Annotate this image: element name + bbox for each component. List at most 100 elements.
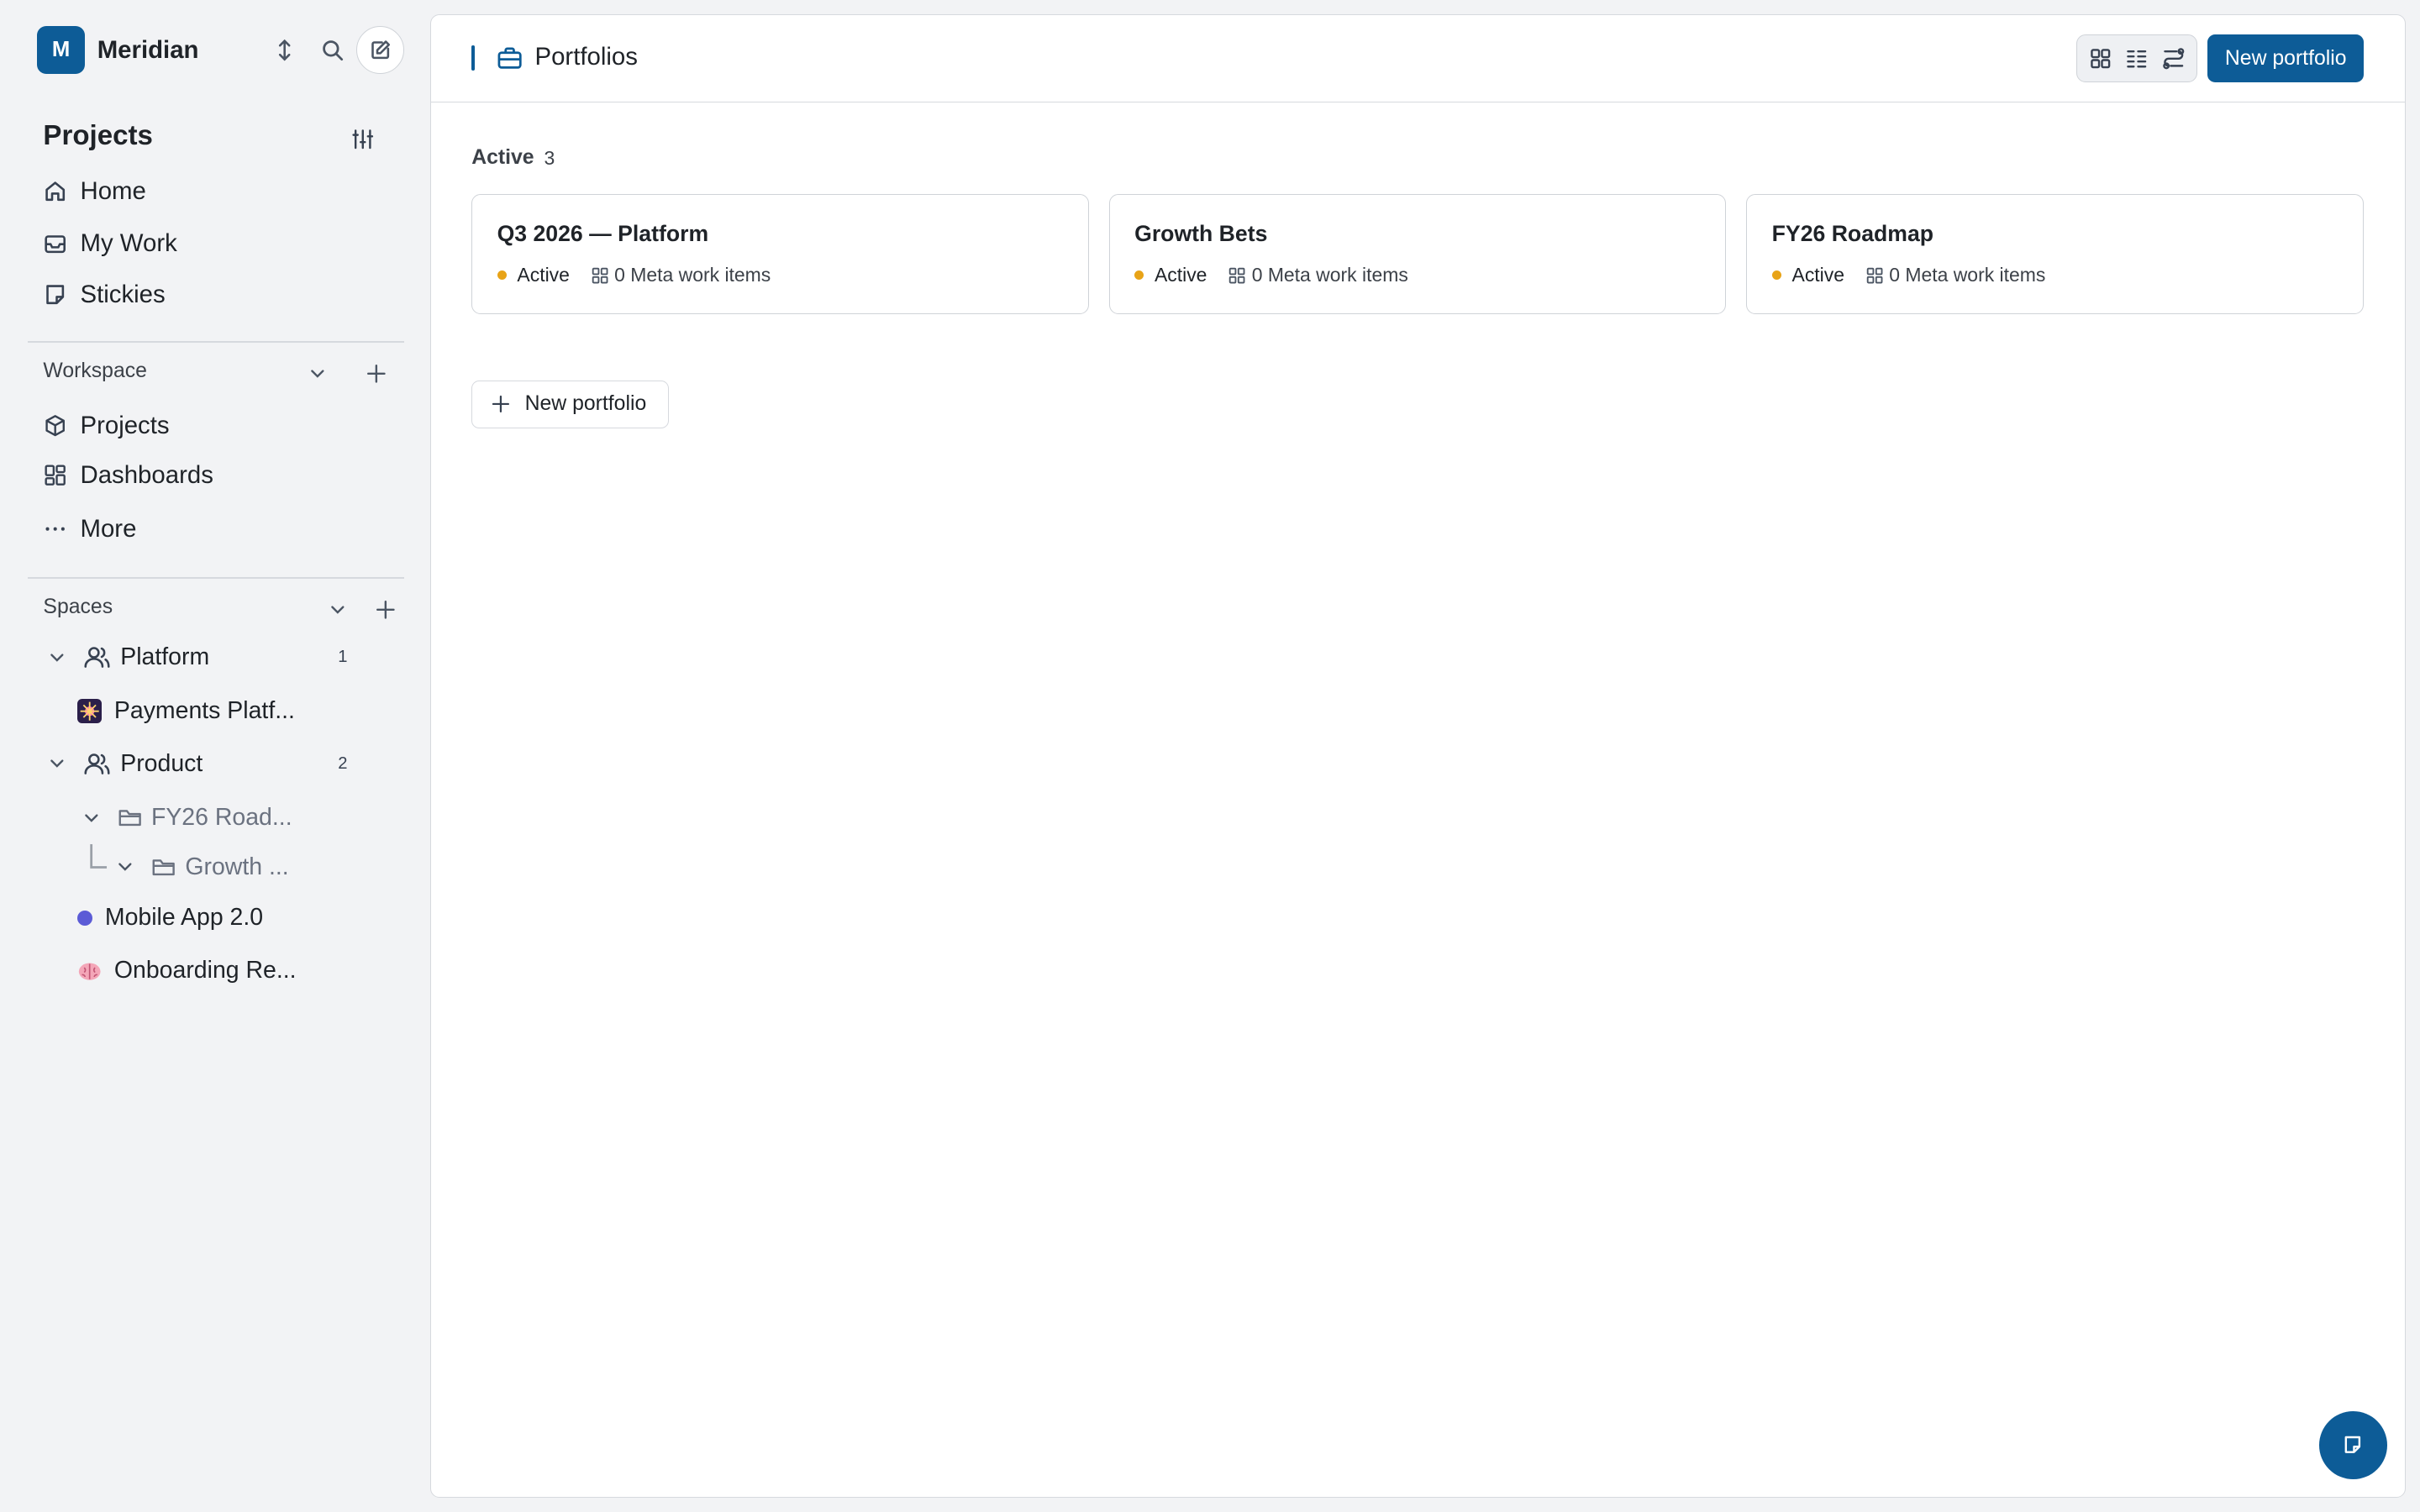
dashboard-icon	[45, 465, 66, 486]
status-dot	[1134, 270, 1144, 281]
folder-icon	[152, 858, 175, 875]
work-items-count: 0 Meta work items	[1889, 264, 2046, 286]
nav-more-label: More	[80, 514, 137, 543]
nav-dashboards-label: Dashboards	[80, 460, 213, 489]
nav-stickies-label: Stickies	[80, 280, 166, 308]
chevron-down-icon[interactable]	[81, 807, 103, 829]
group-count: 3	[544, 147, 555, 170]
portfolio-card-title[interactable]: FY26 Roadmap	[1772, 221, 1933, 247]
status-label: Active	[1791, 264, 1844, 286]
project-color-dot	[76, 910, 93, 926]
sidebar-divider	[28, 340, 405, 343]
sticky-note-icon	[46, 285, 65, 305]
project-mobile-app-label: Mobile App 2.0	[104, 904, 264, 932]
add-portfolio-button[interactable]: New portfolio	[471, 380, 670, 428]
briefcase-icon	[497, 47, 522, 69]
nav-projects-label: Projects	[80, 411, 170, 439]
sparkle-emoji-icon	[76, 699, 103, 724]
portfolio-card-meta: Active 0 Meta work items	[497, 264, 771, 286]
grid-view-icon[interactable]	[2083, 42, 2117, 76]
add-portfolio-label: New portfolio	[524, 392, 647, 416]
space-product-count: 2	[338, 753, 348, 773]
portfolio-card-meta: Active 0 Meta work items	[1134, 264, 1408, 286]
workspace-name[interactable]: Meridian	[97, 36, 199, 65]
users-icon	[84, 647, 110, 668]
nav-my-work-label: My Work	[80, 229, 177, 258]
main-panel: Portfolios New portfolio Active 3 Q3 202…	[430, 13, 2407, 1499]
add-workspace-item-plus-icon[interactable]	[364, 361, 388, 386]
new-portfolio-button[interactable]: New portfolio	[2207, 34, 2364, 83]
timeline-view-icon[interactable]	[2156, 42, 2190, 76]
chevron-down-icon[interactable]	[114, 856, 136, 878]
space-platform[interactable]: Platform 1	[46, 638, 355, 675]
nav-more[interactable]: More	[43, 509, 136, 549]
page-title: Portfolios	[534, 42, 638, 71]
space-product[interactable]: Product 2	[46, 745, 355, 782]
folder-fy26-roadmap-label: FY26 Road...	[150, 803, 292, 831]
portfolio-card-title[interactable]: Q3 2026 — Platform	[497, 221, 709, 247]
chevron-down-icon[interactable]	[46, 753, 68, 774]
work-items-icon	[1866, 267, 1883, 284]
workspace-header[interactable]: M Meridian	[37, 26, 405, 75]
sidebar-divider	[28, 576, 405, 579]
view-switcher	[2076, 34, 2197, 83]
work-items-icon	[592, 267, 608, 284]
folder-growth-label: Growth ...	[185, 853, 289, 880]
nav-my-work[interactable]: My Work	[43, 223, 177, 264]
space-platform-label: Platform	[120, 643, 210, 670]
workspace-actions	[260, 26, 405, 75]
sticky-note-icon	[2344, 1436, 2361, 1454]
status-dot	[1771, 270, 1781, 281]
folder-icon	[118, 809, 141, 826]
portfolio-card[interactable]: Growth Bets Active 0 Meta work items	[1108, 193, 1727, 314]
tree-connector	[89, 843, 107, 869]
group-label: Active	[471, 145, 534, 169]
home-icon	[45, 181, 66, 202]
workspace-avatar: M	[37, 26, 86, 75]
spaces-section-title[interactable]: Spaces	[43, 596, 113, 619]
ellipsis-icon	[45, 527, 66, 532]
nav-home[interactable]: Home	[43, 171, 146, 212]
space-product-label: Product	[120, 749, 203, 777]
add-space-plus-icon[interactable]	[373, 597, 397, 622]
status-label: Active	[1154, 264, 1207, 286]
nav-home-label: Home	[80, 176, 146, 205]
nav-dashboards[interactable]: Dashboards	[43, 455, 213, 496]
sliders-icon[interactable]	[345, 122, 379, 155]
inbox-icon	[45, 234, 66, 253]
title-accent-bar	[471, 45, 475, 71]
portfolio-card[interactable]: FY26 Roadmap Active 0 Meta work items	[1746, 193, 2364, 314]
chevron-down-icon[interactable]	[326, 597, 350, 622]
box-icon	[45, 415, 66, 437]
project-payments-platform[interactable]: Payments Platf...	[76, 693, 295, 730]
list-view-icon[interactable]	[2120, 42, 2154, 76]
status-dot	[497, 270, 507, 281]
project-mobile-app[interactable]: Mobile App 2.0	[76, 900, 264, 937]
sidebar: M Meridian Projects Home My Work Stickie…	[0, 0, 430, 1512]
project-onboarding-label: Onboarding Re...	[113, 956, 297, 984]
portfolio-card-title[interactable]: Growth Bets	[1134, 221, 1267, 247]
chevron-down-icon[interactable]	[46, 647, 68, 669]
project-onboarding[interactable]: Onboarding Re...	[77, 952, 297, 989]
nav-projects[interactable]: Projects	[43, 406, 170, 446]
status-label: Active	[517, 264, 570, 286]
compose-icon[interactable]	[356, 26, 405, 75]
project-payments-platform-label: Payments Platf...	[113, 697, 295, 725]
folder-growth[interactable]: Growth ...	[114, 848, 289, 885]
portfolio-card[interactable]: Q3 2026 — Platform Active 0 Meta work it…	[471, 193, 1089, 314]
sort-arrows-icon[interactable]	[260, 26, 308, 74]
portfolio-card-meta: Active 0 Meta work items	[1771, 264, 2046, 286]
sticky-note-fab[interactable]	[2318, 1410, 2387, 1479]
search-icon[interactable]	[308, 26, 356, 74]
work-items-count: 0 Meta work items	[614, 264, 771, 286]
work-items-count: 0 Meta work items	[1251, 264, 1408, 286]
folder-fy26-roadmap[interactable]: FY26 Road...	[81, 799, 292, 836]
plus-icon	[492, 396, 510, 413]
brain-emoji-icon	[78, 963, 101, 980]
space-platform-count: 1	[338, 647, 348, 666]
workspace-section-title[interactable]: Workspace	[43, 360, 147, 383]
users-icon	[84, 753, 110, 774]
projects-title: Projects	[43, 120, 153, 152]
chevron-down-icon[interactable]	[306, 361, 330, 386]
nav-stickies[interactable]: Stickies	[43, 275, 166, 315]
